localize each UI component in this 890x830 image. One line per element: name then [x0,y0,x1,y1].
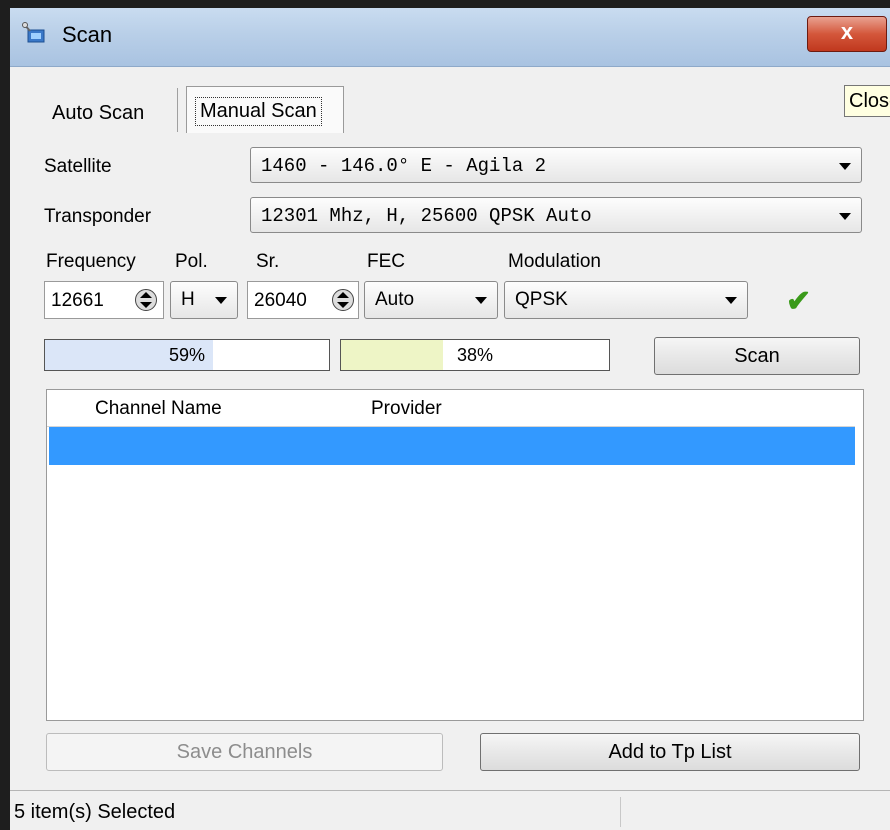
frequency-label: Frequency [46,251,136,272]
close-tooltip: Close [844,85,890,117]
signal-quality-text: 38% [457,345,494,365]
modulation-label: Modulation [508,251,601,272]
spinner-icon[interactable] [332,289,354,311]
signal-strength-bar: 59% [44,339,330,371]
column-provider[interactable]: Provider [371,398,442,420]
satellite-value: 1460 - 146.0° E - Agila 2 [261,155,547,177]
chevron-down-icon [215,297,227,304]
sr-label: Sr. [256,251,280,272]
channel-list-header: Channel Name Provider [47,390,855,427]
chevron-down-icon [725,297,737,304]
sr-value: 26040 [254,290,307,311]
status-divider [620,797,621,827]
spinner-icon[interactable] [135,289,157,311]
window-title: Scan [62,22,113,47]
close-icon: x [840,19,854,44]
chevron-down-icon [475,297,487,304]
signal-quality-fill [341,340,443,370]
tab-manual-scan-label: Manual Scan [195,97,322,126]
modulation-value: QPSK [515,289,568,310]
scan-button[interactable]: Scan [654,337,860,375]
tab-manual-scan[interactable]: Manual Scan [186,86,344,133]
signal-strength-text: 59% [169,345,206,365]
frequency-stepper[interactable]: 12661 [44,281,164,319]
chevron-down-icon [839,163,851,170]
checkmark-icon: ✔ [786,285,812,318]
satellite-app-icon [22,22,48,46]
title-bar[interactable]: Scan x [10,8,890,67]
save-channels-button[interactable]: Save Channels [46,733,443,771]
fec-label: FEC [367,251,405,272]
chevron-down-icon [839,213,851,220]
channel-list[interactable]: Channel Name Provider [46,389,864,721]
pol-select[interactable]: H [170,281,238,319]
transponder-value: 12301 Mhz, H, 25600 QPSK Auto [261,205,592,227]
column-channel-name[interactable]: Channel Name [95,398,222,420]
tab-auto-scan[interactable]: Auto Scan [38,96,158,130]
satellite-label: Satellite [44,156,112,177]
pol-label: Pol. [175,251,208,272]
frequency-value: 12661 [51,290,104,311]
fec-value: Auto [375,289,415,310]
close-button[interactable]: x [807,16,887,52]
symbol-rate-stepper[interactable]: 26040 [247,281,359,319]
modulation-select[interactable]: QPSK [504,281,748,319]
tab-divider [177,88,178,132]
tab-auto-scan-label: Auto Scan [52,102,145,124]
pol-value: H [181,289,195,310]
table-row[interactable] [49,427,855,465]
add-to-tp-list-button[interactable]: Add to Tp List [480,733,860,771]
scan-window: Scan x Close Auto Scan Manual Scan Satel… [10,8,890,830]
transponder-label: Transponder [44,206,152,227]
status-text: 5 item(s) Selected [14,801,176,823]
fec-select[interactable]: Auto [364,281,498,319]
status-bar: 5 item(s) Selected [10,790,890,830]
transponder-select[interactable]: 12301 Mhz, H, 25600 QPSK Auto [250,197,862,233]
signal-quality-bar: 38% [340,339,610,371]
satellite-select[interactable]: 1460 - 146.0° E - Agila 2 [250,147,862,183]
